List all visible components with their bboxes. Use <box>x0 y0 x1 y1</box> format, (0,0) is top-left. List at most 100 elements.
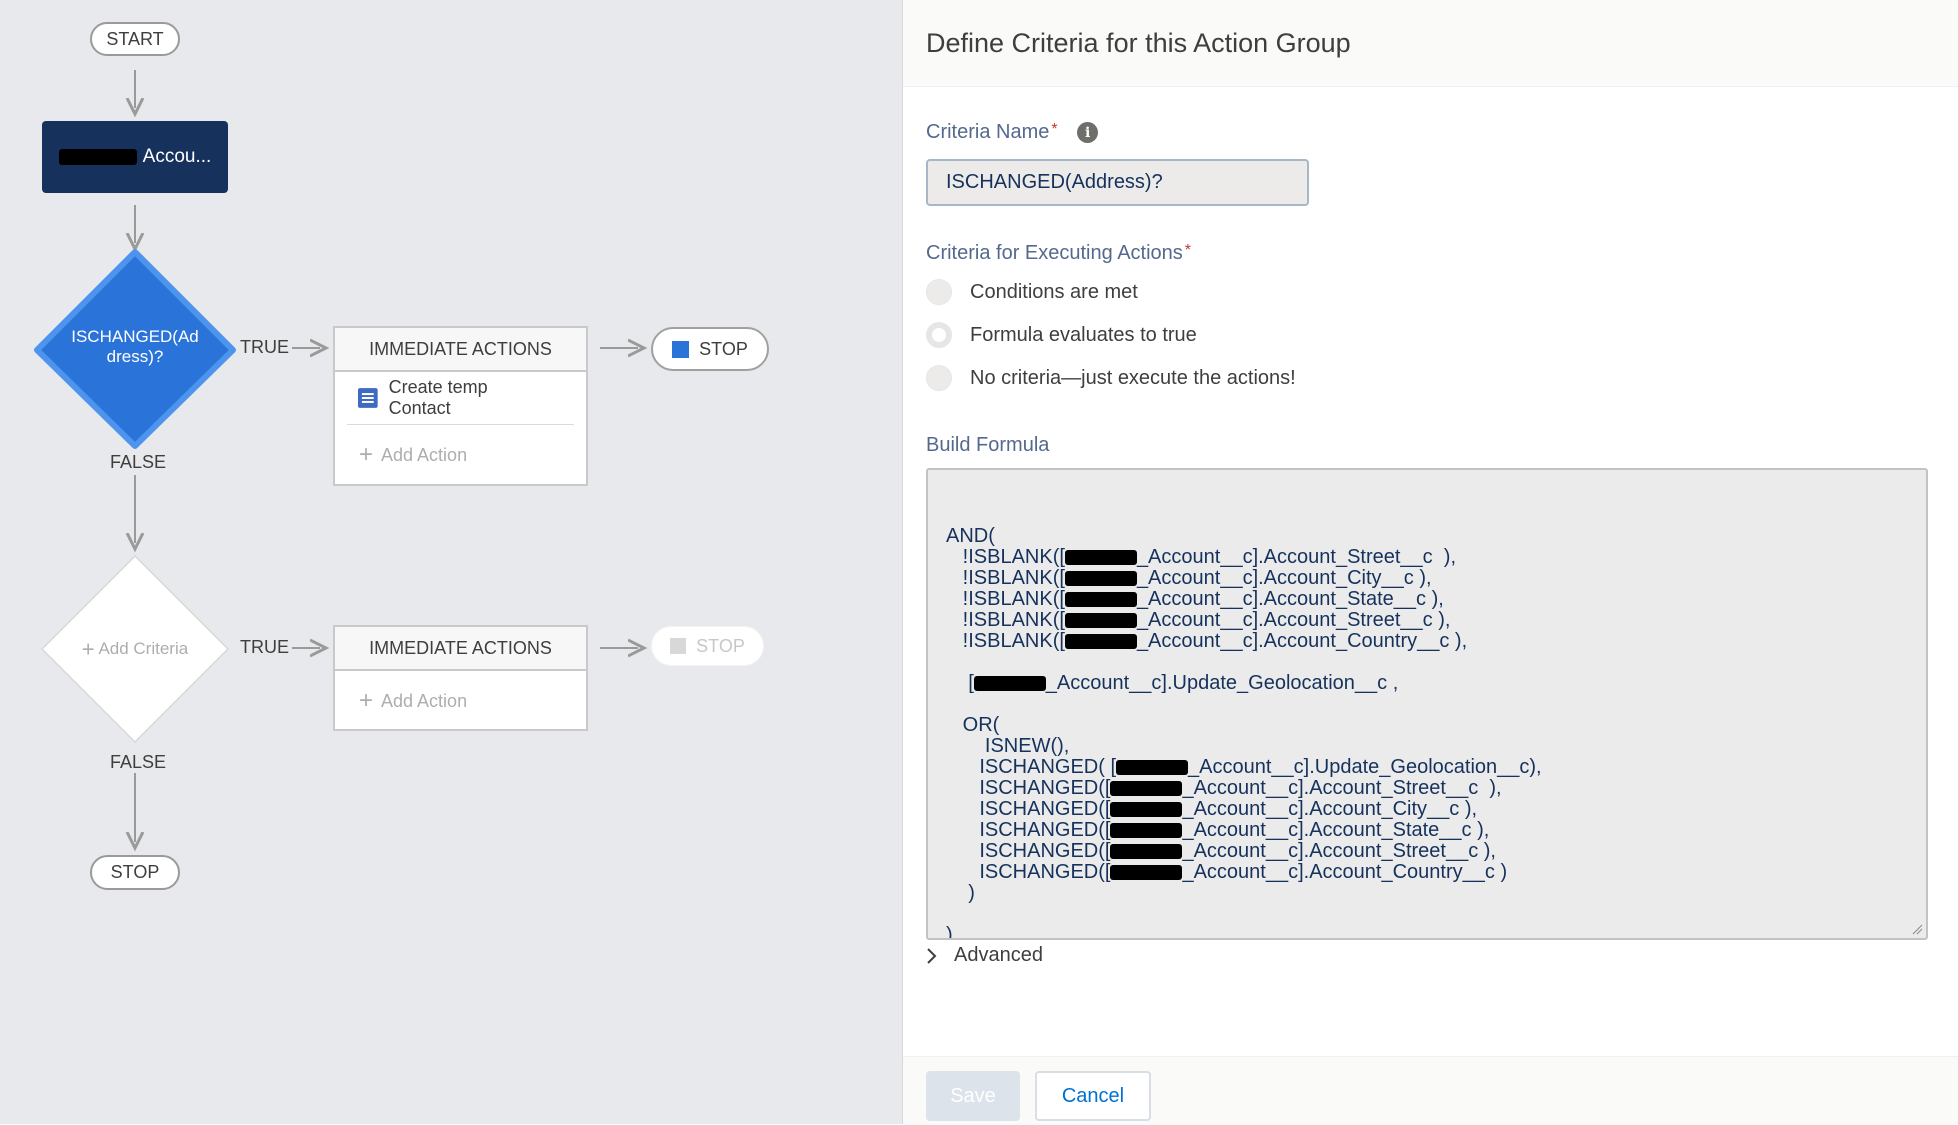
object-node[interactable]: Accou... <box>42 121 228 193</box>
formula-text: !ISBLANK([ <box>946 630 1065 652</box>
action-item-label: Create temp Contact <box>388 377 488 418</box>
add-criteria-button[interactable]: + Add Criteria <box>62 636 208 662</box>
criteria1-false-label: FALSE <box>110 452 167 472</box>
action-item-create-temp-contact[interactable]: Create temp Contact <box>347 372 574 425</box>
criteria1-label-text: ISCHANGED(Ad dress)? <box>71 327 199 366</box>
formula-line: !ISBLANK([_Account__c].Account_Country__… <box>946 631 1908 652</box>
option-formula-true[interactable]: Formula evaluates to true <box>926 322 1197 348</box>
formula-textarea[interactable]: AND( !ISBLANK([ _Account__c].Account_Stre… <box>926 468 1928 940</box>
option-label: Formula evaluates to true <box>970 323 1197 346</box>
formula-line: AND( <box>946 526 1908 547</box>
formula-text: ISNEW(), <box>946 735 1070 757</box>
criteria-name-label-text: Criteria Name <box>926 121 1050 143</box>
redacted-text <box>1064 613 1137 629</box>
radio-button-selected[interactable] <box>926 322 952 348</box>
plus-icon: + <box>81 636 95 662</box>
immediate-actions-header: IMMEDIATE ACTIONS <box>335 627 586 671</box>
formula-line: !ISBLANK([ _Account__c].Account_Street__c… <box>946 610 1908 631</box>
advanced-toggle[interactable]: Advanced <box>926 944 1043 967</box>
resize-grip-icon[interactable] <box>1911 923 1923 935</box>
criteria-panel: Define Criteria for this Action Group Cr… <box>902 0 1958 1125</box>
option-label: No criteria—just execute the actions! <box>970 366 1296 389</box>
plus-icon: + <box>359 441 374 468</box>
add-action-button-1[interactable]: + Add Action <box>335 425 586 485</box>
formula-text: OR( <box>946 714 1000 736</box>
add-criteria-label: Add Criteria <box>98 639 189 658</box>
stop-node-1: STOP <box>651 327 769 371</box>
panel-footer: Save Cancel <box>903 1056 1958 1125</box>
redacted-text <box>973 676 1046 692</box>
formula-line: ISCHANGED( [ _Account__c].Update_Geolocat… <box>946 757 1908 778</box>
criteria1-label[interactable]: ISCHANGED(Ad dress)? <box>60 327 210 367</box>
formula-text: _Account__c].Account_City__c ), <box>1182 798 1478 820</box>
criteria-name-input[interactable]: ISCHANGED(Address)? <box>926 159 1309 206</box>
formula-text: _Account__c].Account_Street__c ), <box>1182 777 1502 799</box>
criteria-exec-label-text: Criteria for Executing Actions <box>926 242 1183 264</box>
info-icon[interactable]: i <box>1077 122 1099 144</box>
option-no-criteria[interactable]: No criteria—just execute the actions! <box>926 365 1296 391</box>
formula-text: ISCHANGED([ <box>946 840 1111 862</box>
formula-text: !ISBLANK([ <box>946 609 1065 631</box>
criteria1-true-label: TRUE <box>240 337 289 357</box>
formula-text: _Account__c].Account_City__c ), <box>1136 567 1432 589</box>
stop-square-icon <box>672 340 690 358</box>
option-conditions-met[interactable]: Conditions are met <box>926 279 1138 305</box>
formula-text: ) <box>946 882 975 904</box>
formula-text: ISCHANGED( [ <box>946 756 1117 778</box>
build-formula-label: Build Formula <box>926 434 1050 456</box>
formula-text: ISCHANGED([ <box>946 798 1111 820</box>
criteria-exec-label: Criteria for Executing Actions * <box>926 242 1191 265</box>
formula-line <box>946 694 1908 715</box>
formula-line: ) <box>946 925 1908 939</box>
redacted-text <box>1110 844 1183 860</box>
redacted-text <box>1110 865 1183 881</box>
criteria2-false-label: FALSE <box>110 752 167 772</box>
record-create-icon <box>357 388 378 408</box>
save-button[interactable]: Save <box>926 1071 1020 1121</box>
formula-text: _Account__c].Account_Country__c ) <box>1182 861 1508 883</box>
formula-line: !ISBLANK([ _Account__c].Account_City__c )… <box>946 568 1908 589</box>
add-action-label: Add Action <box>381 690 468 711</box>
redacted-text <box>1110 823 1183 839</box>
formula-line: ) <box>946 883 1908 904</box>
add-action-button-2[interactable]: + Add Action <box>335 671 586 731</box>
redacted-text <box>1064 571 1137 587</box>
criteria2-true-label: TRUE <box>240 637 289 657</box>
radio-button[interactable] <box>926 365 952 391</box>
formula-text: _Account__c].Update_Geolocation__c), <box>1188 756 1542 778</box>
redacted-text <box>1064 550 1137 566</box>
redacted-text <box>58 149 137 165</box>
flow-canvas: START Accou... ISCHANGED(Ad dress)? TRUE… <box>0 0 902 1124</box>
stop-square-icon <box>670 638 687 654</box>
cancel-button[interactable]: Cancel <box>1035 1071 1151 1121</box>
formula-line <box>946 904 1908 925</box>
formula-line: ISNEW(), <box>946 736 1908 757</box>
redacted-text <box>1116 760 1189 776</box>
formula-text: _Account__c].Account_Street__c ), <box>1136 609 1451 631</box>
formula-text: [ <box>946 672 974 694</box>
stop-label: STOP <box>699 338 748 359</box>
redacted-text <box>1110 781 1183 797</box>
formula-line: OR( <box>946 715 1908 736</box>
formula-text: _Account__c].Account_State__c ), <box>1136 588 1444 610</box>
stop-label: STOP <box>696 635 745 656</box>
stop-end-node: STOP <box>90 855 180 890</box>
redacted-text <box>1064 592 1137 608</box>
formula-line: ISCHANGED([_Account__c].Account_Street__… <box>946 841 1908 862</box>
formula-line: ISCHANGED([ _Account__c].Account_City__c … <box>946 799 1908 820</box>
stop-node-2: STOP <box>651 626 764 666</box>
chevron-right-icon <box>927 947 937 964</box>
redacted-text <box>1064 634 1137 650</box>
immediate-actions-header: IMMEDIATE ACTIONS <box>335 328 586 372</box>
formula-text: _Account__c].Account_Street__c ), <box>1136 546 1457 568</box>
formula-text: _Account__c].Update_Geolocation__c , <box>1045 672 1399 694</box>
formula-text: ISCHANGED([ <box>946 819 1111 841</box>
add-action-label: Add Action <box>381 444 468 465</box>
formula-text: AND( <box>946 525 995 547</box>
radio-button[interactable] <box>926 279 952 305</box>
formula-line: [ _Account__c].Update_Geolocation__c , <box>946 673 1908 694</box>
formula-text: !ISBLANK([ <box>946 546 1065 568</box>
immediate-actions-box-1: IMMEDIATE ACTIONS Create temp Contact + … <box>333 326 588 486</box>
criteria-name-label: Criteria Name * i <box>926 121 1099 144</box>
formula-text: !ISBLANK([ <box>946 567 1065 589</box>
